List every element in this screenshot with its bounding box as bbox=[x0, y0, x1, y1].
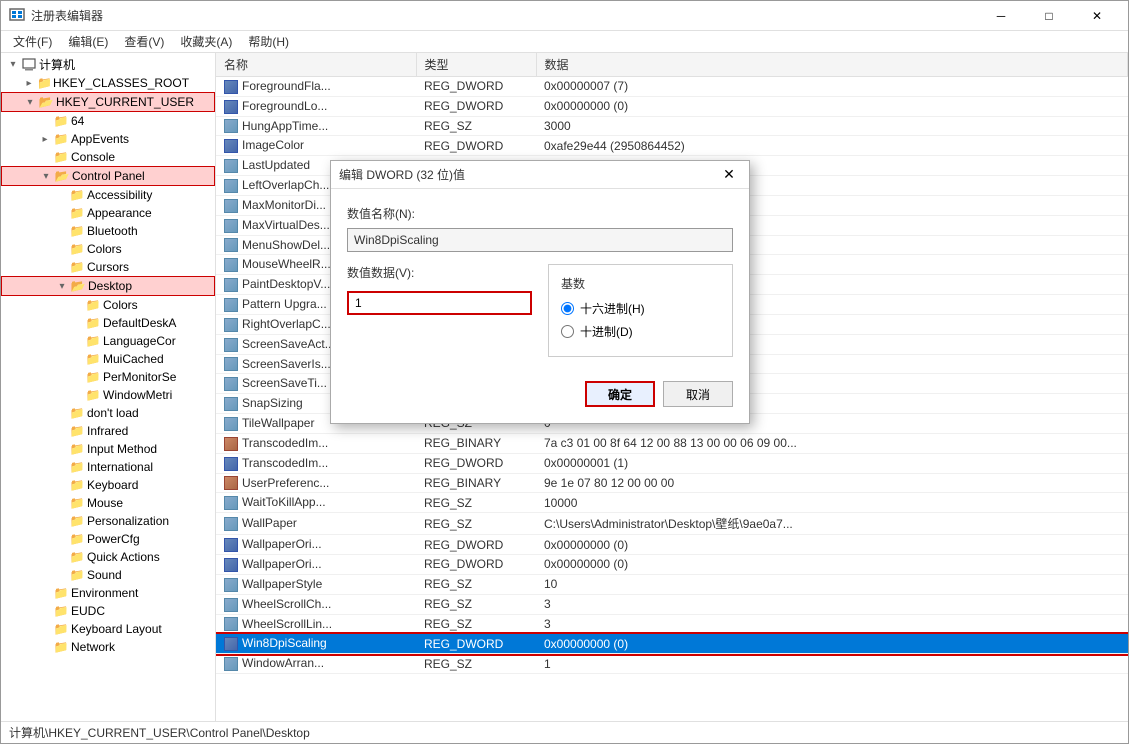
cancel-button[interactable]: 取消 bbox=[663, 381, 733, 407]
dec-radio-label[interactable]: 十进制(D) bbox=[561, 323, 720, 340]
data-input[interactable] bbox=[347, 291, 532, 315]
dec-radio[interactable] bbox=[561, 325, 574, 338]
name-label: 数值名称(N): bbox=[347, 205, 733, 222]
dialog-titlebar: 编辑 DWORD (32 位)值 ✕ bbox=[331, 161, 749, 189]
dialog-body: 数值名称(N): 数值数据(V): 基数 十六进制(H) bbox=[331, 189, 749, 423]
dialog-title: 编辑 DWORD (32 位)值 bbox=[339, 166, 717, 183]
data-label: 数值数据(V): bbox=[347, 264, 532, 281]
hex-label: 十六进制(H) bbox=[580, 300, 645, 317]
base-group: 基数 十六进制(H) 十进制(D) bbox=[548, 264, 733, 357]
dialog-buttons: 确定 取消 bbox=[347, 373, 733, 407]
dialog-data-row: 数值数据(V): 基数 十六进制(H) 十进制(D) bbox=[347, 264, 733, 357]
dialog-close-button[interactable]: ✕ bbox=[717, 165, 741, 185]
hex-radio-label[interactable]: 十六进制(H) bbox=[561, 300, 720, 317]
data-column: 数值数据(V): bbox=[347, 264, 532, 357]
dec-label: 十进制(D) bbox=[580, 323, 633, 340]
base-column: 基数 十六进制(H) 十进制(D) bbox=[548, 264, 733, 357]
hex-radio[interactable] bbox=[561, 302, 574, 315]
dialog-overlay: 编辑 DWORD (32 位)值 ✕ 数值名称(N): 数值数据(V): 基数 … bbox=[0, 0, 1129, 744]
name-input[interactable] bbox=[347, 228, 733, 252]
base-label: 基数 bbox=[561, 275, 720, 292]
edit-dword-dialog: 编辑 DWORD (32 位)值 ✕ 数值名称(N): 数值数据(V): 基数 … bbox=[330, 160, 750, 424]
ok-button[interactable]: 确定 bbox=[585, 381, 655, 407]
